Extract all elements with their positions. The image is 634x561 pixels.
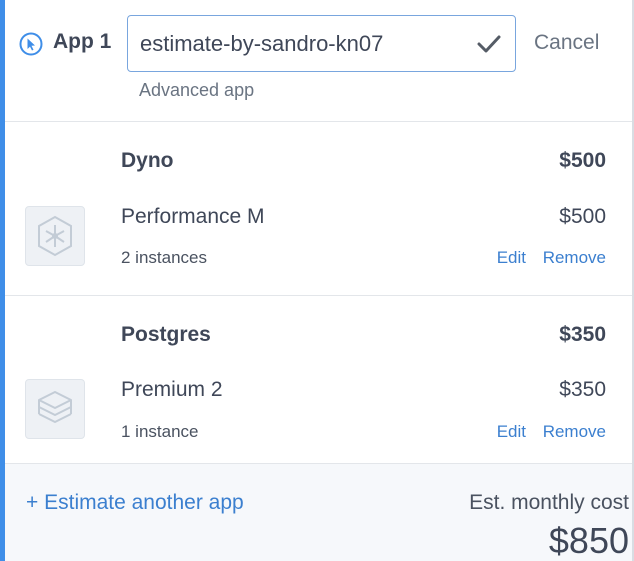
- section-total: $500: [559, 149, 606, 172]
- plan-name: Premium 2: [121, 378, 223, 401]
- postgres-section: Postgres $350 Premium 2 $350 1 instance …: [5, 296, 632, 463]
- edit-postgres-link[interactable]: Edit: [497, 422, 526, 442]
- plan-quantity: 2 instances: [121, 248, 207, 267]
- app-type-label: Advanced app: [139, 80, 255, 100]
- app-label: App 1: [53, 30, 112, 53]
- monthly-cost-label: Est. monthly cost: [469, 491, 629, 514]
- app-header: App 1 Cancel Advanced app: [5, 0, 632, 122]
- plan-price: $350: [559, 378, 606, 401]
- app-name-input[interactable]: [140, 30, 460, 58]
- plan-price: $500: [559, 205, 606, 228]
- confirm-check-icon[interactable]: [477, 33, 501, 55]
- plan-name: Performance M: [121, 205, 265, 228]
- section-total: $350: [559, 323, 606, 346]
- cancel-button[interactable]: Cancel: [534, 31, 599, 55]
- estimate-footer: + Estimate another app Est. monthly cost…: [5, 463, 632, 561]
- app-name-field[interactable]: [127, 15, 516, 72]
- estimate-another-app-link[interactable]: + Estimate another app: [26, 491, 244, 515]
- monthly-cost-total: $850: [548, 520, 629, 561]
- app-cursor-icon: [19, 32, 43, 56]
- plan-quantity: 1 instance: [121, 422, 199, 441]
- remove-dyno-link[interactable]: Remove: [543, 248, 606, 268]
- section-title: Postgres: [121, 323, 211, 346]
- dyno-hexagon-icon: [25, 206, 85, 266]
- remove-postgres-link[interactable]: Remove: [543, 422, 606, 442]
- dyno-section: Dyno $500 Performance M $500 2 instances…: [5, 122, 632, 296]
- section-title: Dyno: [121, 149, 174, 172]
- postgres-database-icon: [25, 379, 85, 439]
- edit-dyno-link[interactable]: Edit: [497, 248, 526, 268]
